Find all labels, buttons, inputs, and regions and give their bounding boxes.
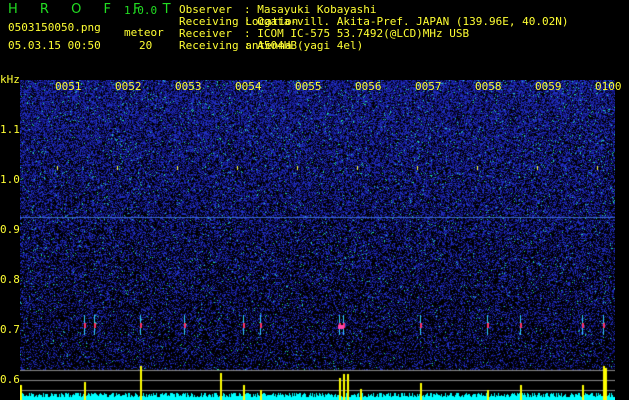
y-tick-label: 1.1 (0, 123, 20, 136)
y-tick-label: 0.7 (0, 323, 20, 336)
y-tick-label: 0.6 (0, 373, 20, 386)
time-tick-label: 0051 (55, 80, 82, 93)
time-tick-label: 0059 (535, 80, 562, 93)
file-name: 0503150050.png (8, 21, 101, 34)
time-tick-label: 0052 (115, 80, 142, 93)
time-tick-label: 0053 (175, 80, 202, 93)
time-tick-label: 0100 (595, 80, 622, 93)
y-tick-label: 1.0 (0, 173, 20, 186)
y-tick-label: 0.8 (0, 273, 20, 286)
file-datetime: 05.03.15 00:50 (8, 39, 101, 52)
time-tick-label: 0058 (475, 80, 502, 93)
time-tick-label: 0056 (355, 80, 382, 93)
meteor-label: meteor (124, 26, 164, 39)
y-axis-unit: kHz (0, 73, 20, 86)
spectrogram (20, 80, 615, 400)
app-version: 1.0.0 (124, 4, 158, 17)
time-tick-label: 0055 (295, 80, 322, 93)
info-value: : A504HB(yagi 4el) (244, 39, 364, 52)
y-tick-label: 0.9 (0, 223, 20, 236)
time-tick-label: 0054 (235, 80, 262, 93)
time-tick-label: 0057 (415, 80, 442, 93)
meteor-count: 20 (139, 39, 153, 52)
